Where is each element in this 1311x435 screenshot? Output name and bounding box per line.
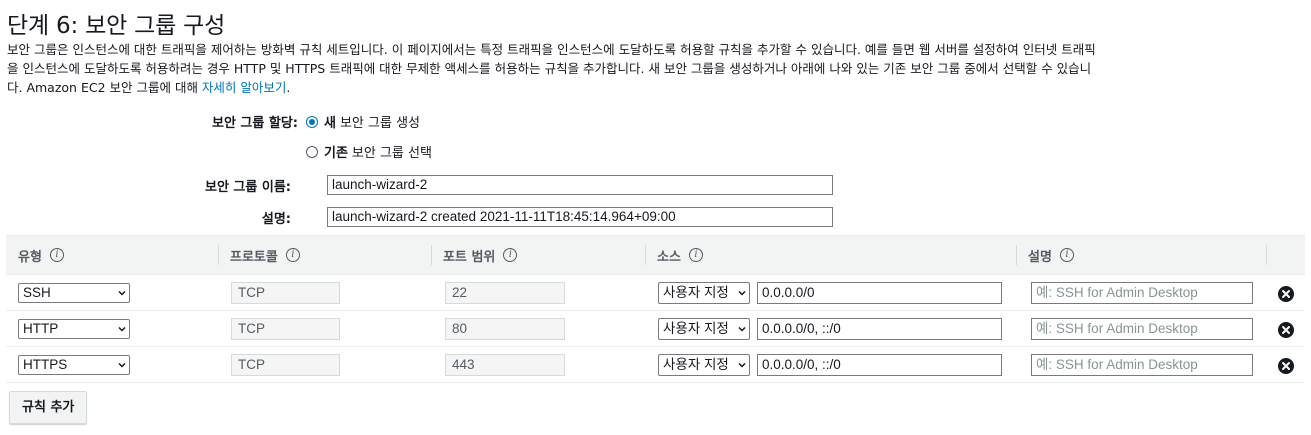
source-cidr-input[interactable]: 0.0.0.0/0, ::/0 [757,354,1002,376]
type-select[interactable]: HTTP [18,319,130,339]
radio-new-bold: 새 [324,116,336,131]
group-name-input[interactable]: launch-wizard-2 [327,175,833,195]
type-select[interactable]: HTTPS [18,355,130,375]
info-icon[interactable]: i [1059,248,1074,262]
header-description-label: 설명 [1028,249,1052,265]
column-divider [1016,245,1017,265]
port-field: 443 [445,354,565,376]
description-line: 을 인스턴스에 도달하도록 허용하려는 경우 HTTP 및 HTTPS 트래픽에… [7,61,1092,76]
radio-existing-bold: 기존 [324,146,348,161]
chevron-down-icon [118,362,126,368]
port-field: 80 [445,318,565,340]
header-source: 소스 i [657,236,703,274]
source-cidr-input[interactable]: 0.0.0.0/0 [757,282,1002,304]
rule-description-input[interactable]: 예: SSH for Admin Desktop [1031,282,1253,304]
header-port: 포트 범위 i [443,236,518,274]
protocol-field: TCP [231,282,340,304]
source-select[interactable]: 사용자 지정 [658,318,750,340]
info-icon[interactable]: i [688,248,703,262]
radio-button[interactable] [306,145,318,158]
source-cidr-input[interactable]: 0.0.0.0/0, ::/0 [757,318,1002,340]
type-select-value: HTTPS [23,357,68,372]
assign-label: 보안 그룹 할당: [211,116,298,131]
header-port-label: 포트 범위 [443,249,496,265]
source-select-value: 사용자 지정 [663,357,729,372]
port-field: 22 [445,282,565,304]
header-protocol-label: 프로토콜 [230,249,278,265]
radio-new-label: 보안 그룹 생성 [339,116,420,131]
remove-circle-icon[interactable] [1278,358,1294,374]
rules-table-header: 유형 i 프로토콜 i 포트 범위 i 소스 i 설명 i [6,235,1305,275]
remove-circle-icon[interactable] [1278,286,1294,302]
source-select-value: 사용자 지정 [663,321,729,336]
radio-new-group[interactable]: 새 보안 그룹 생성 [306,112,420,131]
type-select[interactable]: SSH [18,283,130,303]
chevron-down-icon [118,290,126,296]
source-select-value: 사용자 지정 [663,285,729,300]
radio-existing-label: 보안 그룹 선택 [351,146,432,161]
column-divider [431,245,432,265]
type-select-value: HTTP [23,321,59,336]
info-icon[interactable]: i [49,248,64,262]
table-row: HTTP TCP 80 사용자 지정 0.0.0.0/0, ::/0 예: SS… [6,311,1305,347]
column-divider [1266,245,1267,265]
table-row: HTTPS TCP 443 사용자 지정 0.0.0.0/0, ::/0 예: … [6,347,1305,383]
page-title: 단계 6: 보안 그룹 구성 [7,13,226,39]
chevron-down-icon [118,326,126,332]
column-divider [645,245,646,265]
info-icon[interactable]: i [285,248,300,262]
description-line: 다. Amazon EC2 보안 그룹에 대해 자세히 알아보기. [7,78,1307,97]
header-protocol: 프로토콜 i [230,236,300,274]
description-end: . [286,80,291,95]
header-type-label: 유형 [18,249,42,265]
radio-button-selected[interactable] [306,115,318,128]
info-icon[interactable]: i [503,248,518,262]
description-line: 보안 그룹은 인스턴스에 대한 트래픽을 제어하는 방화벽 규칙 세트입니다. … [7,42,1096,57]
description-label: 설명: [261,212,291,227]
add-rule-button[interactable]: 규칙 추가 [9,391,88,424]
source-select[interactable]: 사용자 지정 [658,282,750,304]
learn-more-link[interactable]: 자세히 알아보기 [202,80,286,95]
chevron-down-icon [738,289,746,297]
description-text: 다. Amazon EC2 보안 그룹에 대해 [7,80,202,95]
group-name-label: 보안 그룹 이름: [204,180,291,195]
rule-description-input[interactable]: 예: SSH for Admin Desktop [1031,354,1253,376]
protocol-field: TCP [231,318,340,340]
source-select[interactable]: 사용자 지정 [658,354,750,376]
radio-existing-group[interactable]: 기존 보안 그룹 선택 [306,142,432,161]
header-source-label: 소스 [657,249,681,265]
chevron-down-icon [738,361,746,369]
chevron-down-icon [738,325,746,333]
rule-description-input[interactable]: 예: SSH for Admin Desktop [1031,318,1253,340]
page-description: 보안 그룹은 인스턴스에 대한 트래픽을 제어하는 방화벽 규칙 세트입니다. … [7,40,1307,97]
column-divider [218,245,219,265]
group-description-input[interactable]: launch-wizard-2 created 2021-11-11T18:45… [327,207,833,227]
table-row: SSH TCP 22 사용자 지정 0.0.0.0/0 예: SSH for A… [6,275,1305,311]
header-description: 설명 i [1028,236,1074,274]
header-type: 유형 i [18,236,64,274]
remove-circle-icon[interactable] [1278,322,1294,338]
protocol-field: TCP [231,354,340,376]
type-select-value: SSH [23,285,51,300]
